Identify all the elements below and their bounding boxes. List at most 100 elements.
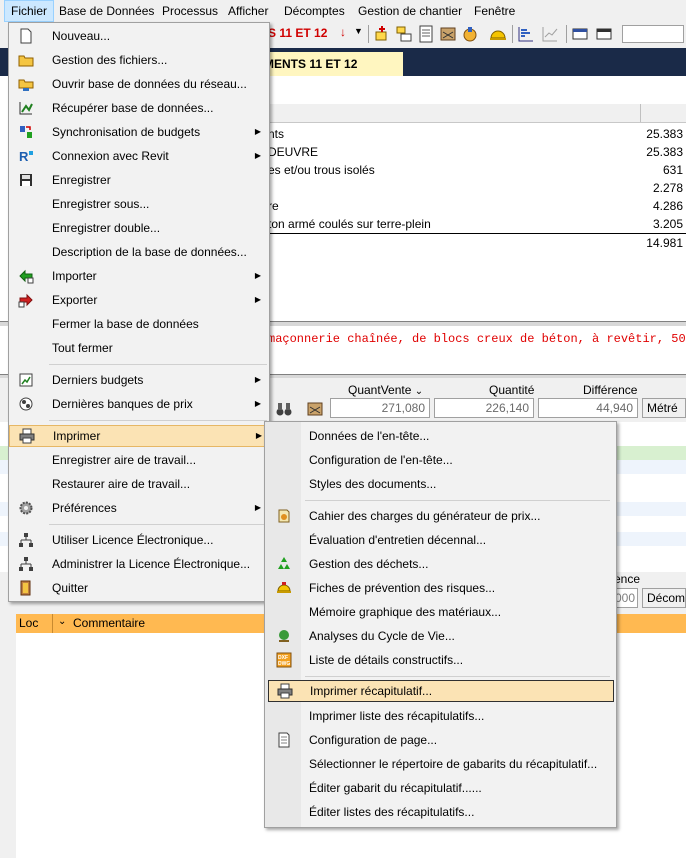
- chevron-down-icon: ▼: [354, 26, 363, 36]
- submenu-item-configuration-page[interactable]: Configuration de page...: [267, 729, 614, 751]
- submenu-item-editer-listes[interactable]: Éditer listes des récapitulatifs...: [267, 801, 614, 823]
- submenu-item-gestion-dechets[interactable]: Gestion des déchets...: [267, 553, 614, 575]
- submenu-item-memoire-graphique[interactable]: Mémoire graphique des matériaux...: [267, 601, 614, 623]
- submenu-item-prevention-risques[interactable]: Fiches de prévention des risques...: [267, 577, 614, 599]
- submenu-item-donnees-entete[interactable]: Données de l'en-tête...: [267, 425, 614, 447]
- submenu-arrow-icon: ▶: [254, 503, 261, 512]
- menu-item-enregistrer[interactable]: Enregistrer: [11, 169, 267, 191]
- lower-partial-field[interactable]: 000: [614, 588, 638, 608]
- menu-item-preferences[interactable]: Préférences ▶: [11, 497, 267, 519]
- menu-item-administrer-licence[interactable]: Administrer la Licence Électronique...: [11, 553, 267, 575]
- quantvente-label: QuantVente ⌄: [348, 383, 424, 397]
- table-row[interactable]: 2.278: [268, 179, 686, 197]
- table-row[interactable]: DEUVRE 25.383: [268, 143, 686, 161]
- menu-item-exporter[interactable]: Exporter ▶: [11, 289, 267, 311]
- submenu-item-analyses-cycle-vie[interactable]: Analyses du Cycle de Vie...: [267, 625, 614, 647]
- menu-processus[interactable]: Processus: [156, 0, 224, 22]
- menu-item-enregistrer-double[interactable]: Enregistrer double...: [11, 217, 267, 239]
- menu-gestion-de-chantier[interactable]: Gestion de chantier: [352, 0, 468, 22]
- menu-item-restaurer-aire[interactable]: Restaurer aire de travail...: [11, 473, 267, 495]
- chevron-down-icon[interactable]: ⌄: [58, 616, 66, 627]
- save-icon: [18, 172, 34, 188]
- menu-item-quitter[interactable]: Quitter: [11, 577, 267, 599]
- submenu-item-imprimer-liste[interactable]: Imprimer liste des récapitulatifs...: [267, 705, 614, 727]
- menu-separator: [305, 500, 610, 501]
- submenu-item-evaluation-decennal[interactable]: Évaluation d'entretien décennal...: [267, 529, 614, 551]
- quantvente-field[interactable]: 271,080: [330, 398, 430, 418]
- menu-decomptes[interactable]: Décomptes: [278, 0, 351, 22]
- table-row[interactable]: re 4.286: [268, 197, 686, 215]
- table-row[interactable]: ton armé coulés sur terre-plein 3.205: [268, 215, 686, 233]
- table-total-row[interactable]: 14.981: [268, 233, 686, 252]
- menu-item-importer[interactable]: Importer ▶: [11, 265, 267, 287]
- network-open-icon: [18, 76, 34, 92]
- calculator-icon[interactable]: [305, 399, 325, 419]
- toolbar-search-field[interactable]: [622, 25, 684, 43]
- chart-disabled-icon[interactable]: [540, 24, 560, 44]
- hazard-icon[interactable]: [460, 24, 480, 44]
- menu-item-ouvrir-reseau[interactable]: Ouvrir base de données du réseau...: [11, 73, 267, 95]
- submenu-item-imprimer-recapitulatif[interactable]: Imprimer récapitulatif...: [268, 680, 614, 702]
- menu-afficher[interactable]: Afficher: [222, 0, 274, 22]
- menu-item-tout-fermer[interactable]: Tout fermer: [11, 337, 267, 359]
- helmet-icon[interactable]: [488, 24, 508, 44]
- document-icon[interactable]: [416, 24, 436, 44]
- menu-separator: [49, 420, 267, 421]
- chart-icon[interactable]: [516, 24, 536, 44]
- decompte-button[interactable]: Décom: [642, 588, 686, 608]
- add-item-icon[interactable]: [372, 24, 392, 44]
- row-value: 14.981: [646, 236, 683, 250]
- active-tab[interactable]: MENTS 11 ET 12: [250, 52, 403, 76]
- chapter-combo[interactable]: S 11 ET 12 ↓ ▼: [268, 25, 366, 43]
- submenu-item-editer-gabarit[interactable]: Éditer gabarit du récapitulatif......: [267, 777, 614, 799]
- window-split-icon[interactable]: [594, 24, 614, 44]
- commentaire-column-header[interactable]: Commentaire: [73, 616, 145, 630]
- table-row[interactable]: nts 25.383: [268, 125, 686, 143]
- menu-item-recuperer[interactable]: Récupérer base de données...: [11, 97, 267, 119]
- table-header: [268, 104, 686, 123]
- submenu-item-cahier-charges[interactable]: Cahier des charges du générateur de prix…: [267, 505, 614, 527]
- menu-fenetre[interactable]: Fenêtre: [468, 0, 521, 22]
- window-icon[interactable]: [570, 24, 590, 44]
- spec-icon: [276, 508, 292, 524]
- menu-base-de-donnees[interactable]: Base de Données: [53, 0, 160, 22]
- submenu-item-repertoire-gabarits[interactable]: Sélectionner le répertoire de gabarits d…: [267, 753, 614, 775]
- insert-icon[interactable]: [394, 24, 414, 44]
- menu-item-derniers-budgets[interactable]: Derniers budgets ▶: [11, 369, 267, 391]
- menu-item-nouveau[interactable]: Nouveau...: [11, 25, 267, 47]
- loc-column-header[interactable]: Loc: [19, 616, 38, 630]
- submenu-arrow-icon: ▶: [254, 295, 261, 304]
- submenu-item-details-constructifs[interactable]: DXF DWG Liste de détails constructifs...: [267, 649, 614, 671]
- menu-item-revit[interactable]: R Connexion avec Revit ▶: [11, 145, 267, 167]
- menu-item-description-bd[interactable]: Description de la base de données...: [11, 241, 267, 263]
- toolbar-separator: [566, 25, 567, 43]
- menu-separator: [305, 676, 610, 677]
- menu-fichier[interactable]: Fichier: [4, 0, 55, 22]
- menu-item-enregistrer-aire[interactable]: Enregistrer aire de travail...: [11, 449, 267, 471]
- quantite-field[interactable]: 226,140: [434, 398, 534, 418]
- binoculars-icon[interactable]: [274, 399, 294, 419]
- submenu-item-config-entete[interactable]: Configuration de l'en-tête...: [267, 449, 614, 471]
- import-icon: [18, 268, 34, 284]
- menu-item-synchronisation[interactable]: Synchronisation de budgets ▶: [11, 121, 267, 143]
- printer-icon: [277, 683, 293, 699]
- chapter-combo-value: S 11 ET 12: [268, 26, 328, 40]
- calculator-icon[interactable]: [438, 24, 458, 44]
- exit-icon: [18, 580, 34, 596]
- recycle-icon: [276, 556, 292, 572]
- menu-item-fermer-bd[interactable]: Fermer la base de données: [11, 313, 267, 335]
- submenu-item-styles[interactable]: Styles des documents...: [267, 473, 614, 495]
- menu-item-dernieres-banques[interactable]: Dernières banques de prix ▶: [11, 393, 267, 415]
- recent-banks-icon: [18, 396, 34, 412]
- menu-item-gestion-fichiers[interactable]: Gestion des fichiers...: [11, 49, 267, 71]
- menu-item-imprimer[interactable]: Imprimer ▶: [9, 425, 269, 447]
- chevron-down-icon: ⌄: [414, 386, 424, 397]
- difference-field[interactable]: 44,940: [538, 398, 638, 418]
- submenu-arrow-icon: ▶: [254, 127, 261, 136]
- metre-button[interactable]: Métré: [642, 398, 686, 418]
- menu-item-utiliser-licence[interactable]: Utiliser Licence Électronique...: [11, 529, 267, 551]
- submenu-arrow-icon: ▶: [254, 151, 261, 160]
- table-row[interactable]: es et/ou trous isolés 631: [268, 161, 686, 179]
- menu-item-enregistrer-sous[interactable]: Enregistrer sous...: [11, 193, 267, 215]
- export-icon: [18, 292, 34, 308]
